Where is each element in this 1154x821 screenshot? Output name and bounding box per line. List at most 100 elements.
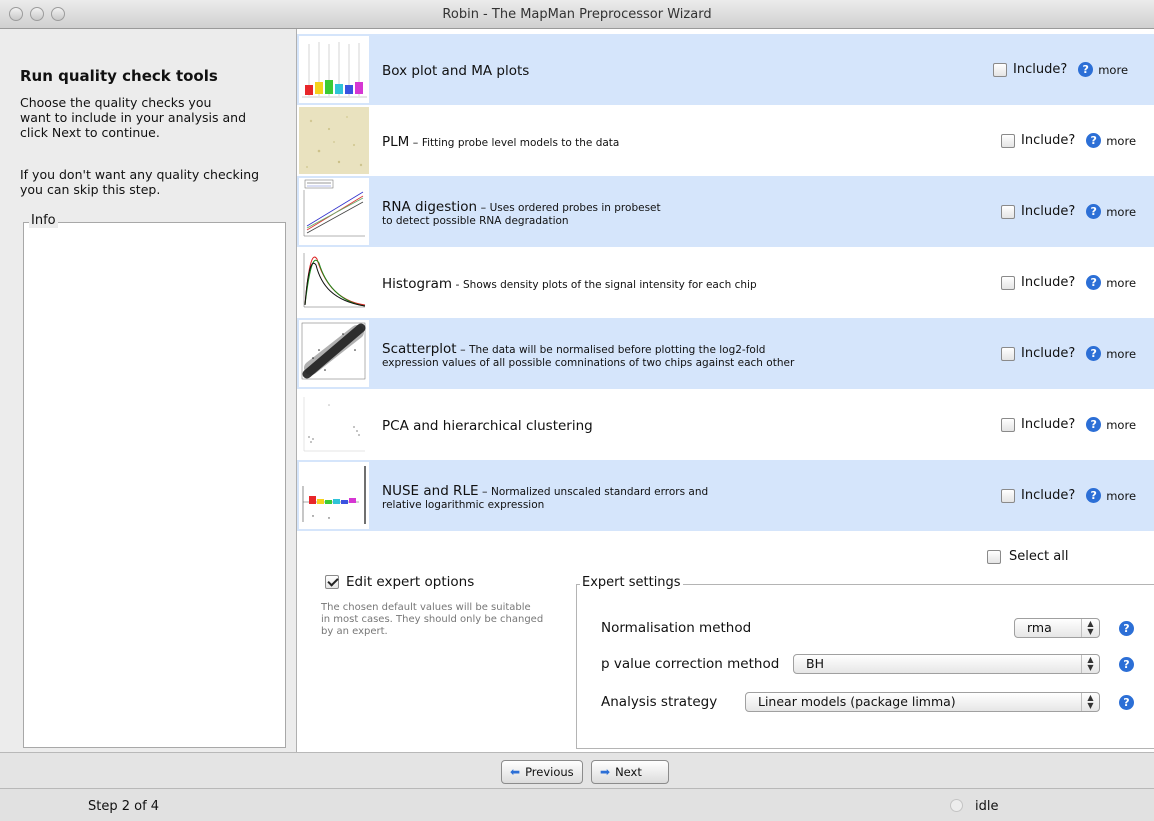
include-checkbox-boxplot[interactable] [993,62,1007,77]
help-icon[interactable]: ? [1086,417,1102,432]
include-label: Include? [1021,204,1076,219]
scatterplot-thumbnail [299,320,369,387]
qc-row-pca: PCA and hierarchical clustering Include?… [297,389,1154,460]
qc-row-nuse-rle: NUSE and RLE – Normalized unscaled stand… [297,460,1154,531]
qc-boxplot-text: Box plot and MA plots [382,34,529,105]
select-all: Select all [987,549,1068,564]
include-pca: Include? ? more [1001,389,1136,460]
more-link[interactable]: more [1106,134,1136,148]
info-label: Info [29,213,58,228]
select-arrows-icon: ▲ ▼ [1081,693,1099,711]
qc-pca-text: PCA and hierarchical clustering [382,389,593,460]
include-boxplot: Include? ? more [993,34,1128,105]
left-panel: Run quality check tools Choose the quali… [0,29,296,752]
help-icon[interactable]: ? [1086,204,1102,219]
qc-name: PLM [382,134,410,150]
qc-row-scatterplot: Scatterplot – The data will be normalise… [297,318,1154,389]
include-plm: Include? ? more [1001,105,1136,176]
help-icon[interactable]: ? [1086,275,1102,290]
qc-description-line2: relative logarithmic expression [382,499,545,511]
qc-separator: - [452,278,463,291]
step-heading: Run quality check tools [20,67,218,85]
qc-description-line2: expression values of all possible comnin… [382,357,795,369]
include-checkbox-histogram[interactable] [1001,275,1015,290]
include-histogram: Include? ? more [1001,247,1136,318]
rna-digestion-thumbnail [299,178,369,245]
status-bar: Step 2 of 4 idle [0,789,1154,821]
more-link[interactable]: more [1106,276,1136,290]
help-icon[interactable]: ? [1086,488,1102,503]
include-nuse-rle: Include? ? more [1001,460,1136,531]
select-arrows-icon: ▲ ▼ [1081,655,1099,673]
next-button[interactable]: ➡ Next [591,760,669,784]
qc-separator: – [477,201,490,214]
include-checkbox-plm[interactable] [1001,133,1015,148]
qc-nuse-text: NUSE and RLE – Normalized unscaled stand… [382,460,708,531]
more-link[interactable]: more [1098,63,1128,77]
title-bar: Robin - The MapMan Preprocessor Wizard [0,0,1154,29]
more-link[interactable]: more [1106,347,1136,361]
qc-row-rna-digestion: RNA digestion – Uses ordered probes in p… [297,176,1154,247]
boxplot-thumbnail [299,36,369,103]
normalisation-select[interactable]: rma ▲ ▼ [1014,618,1100,638]
qc-description: Shows density plots of the signal intens… [463,279,757,291]
include-checkbox-scatterplot[interactable] [1001,346,1015,361]
pvalue-select[interactable]: BH ▲ ▼ [793,654,1100,674]
qc-description: Normalized unscaled standard errors and [491,486,709,498]
include-label: Include? [1021,488,1076,503]
include-label: Include? [1021,346,1076,361]
qc-name: RNA digestion [382,199,478,215]
edit-expert-label: Edit expert options [346,574,475,590]
include-scatterplot: Include? ? more [1001,318,1136,389]
quality-checks-panel: Box plot and MA plots Include? ? more PL… [296,29,1154,752]
previous-button[interactable]: ⬅ Previous [501,760,583,784]
select-arrows-icon: ▲ ▼ [1081,619,1099,637]
qc-name: NUSE and RLE [382,483,479,499]
normalisation-label: Normalisation method [601,620,752,636]
help-icon[interactable]: ? [1086,133,1102,148]
nuse-rle-thumbnail [299,462,369,529]
edit-expert-checkbox[interactable] [325,575,339,589]
help-icon[interactable]: ? [1086,346,1102,361]
include-checkbox-rna-digestion[interactable] [1001,204,1015,219]
qc-scatterplot-text: Scatterplot – The data will be normalise… [382,318,794,389]
more-link[interactable]: more [1106,205,1136,219]
more-link[interactable]: more [1106,418,1136,432]
include-label: Include? [1021,275,1076,290]
qc-description: The data will be normalised before plott… [469,344,766,356]
strategy-label: Analysis strategy [601,694,718,710]
include-label: Include? [1021,133,1076,148]
strategy-select[interactable]: Linear models (package limma) ▲ ▼ [745,692,1100,712]
qc-description-line2: to detect possible RNA degradation [382,215,569,227]
qc-separator: – [456,343,470,356]
include-checkbox-nuse-rle[interactable] [1001,488,1015,503]
qc-separator: – [478,485,491,498]
pvalue-value: BH [806,656,824,671]
arrow-left-icon: ⬅ [510,765,521,779]
skip-instructions: If you don't want any quality checking y… [20,167,260,197]
qc-histogram-text: Histogram - Shows density plots of the s… [382,247,757,318]
expert-settings-label: Expert settings [580,575,683,590]
include-rna-digestion: Include? ? more [1001,176,1136,247]
normalisation-help-icon[interactable]: ? [1119,621,1134,636]
qc-name: Box plot and MA plots [382,63,530,79]
expert-note: The chosen default values will be suitab… [321,602,544,637]
include-label: Include? [1021,417,1076,432]
qc-name: PCA and hierarchical clustering [382,418,593,434]
status-indicator-icon [950,799,963,812]
select-all-checkbox[interactable] [987,549,1001,564]
normalisation-value: rma [1027,620,1052,635]
status-text: idle [975,799,999,814]
window-title: Robin - The MapMan Preprocessor Wizard [442,7,712,22]
strategy-help-icon[interactable]: ? [1119,695,1134,710]
more-link[interactable]: more [1106,489,1136,503]
qc-row-plm: PLM – Fitting probe level models to the … [297,105,1154,176]
pvalue-help-icon[interactable]: ? [1119,657,1134,672]
qc-name: Histogram [382,276,453,292]
help-icon[interactable]: ? [1078,62,1094,77]
info-panel [23,222,286,748]
edit-expert-options: Edit expert options [325,574,474,590]
include-checkbox-pca[interactable] [1001,417,1015,432]
pvalue-label: p value correction method [601,656,780,672]
arrow-right-icon: ➡ [600,765,611,779]
